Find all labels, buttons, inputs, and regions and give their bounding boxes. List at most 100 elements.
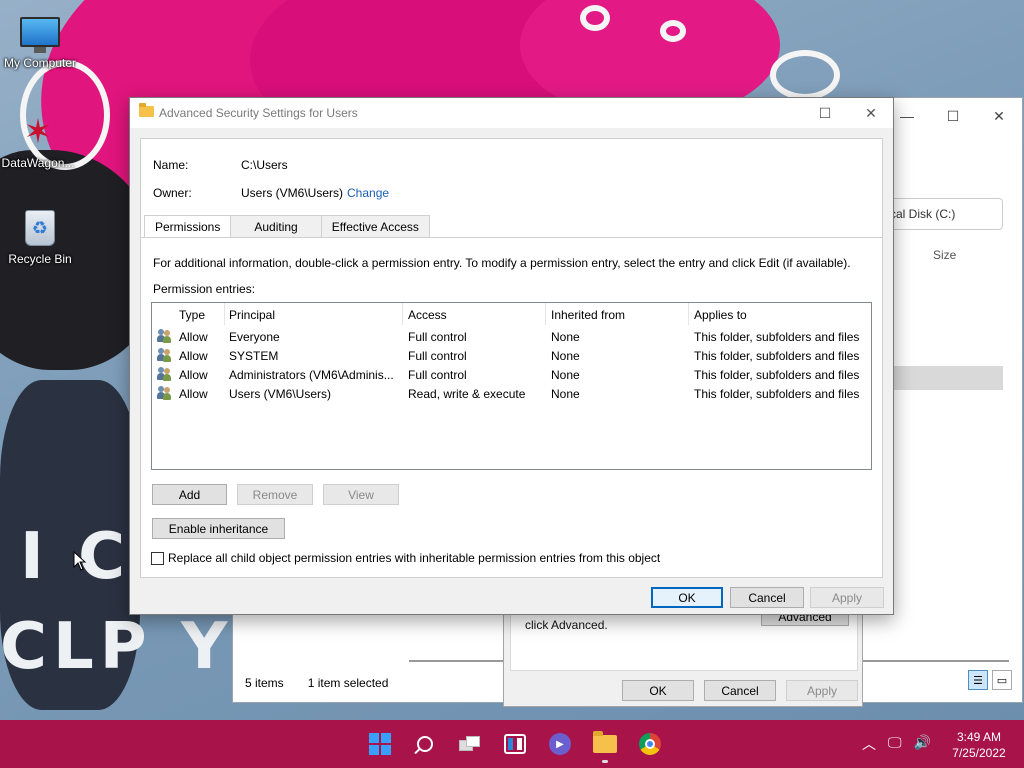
remove-button[interactable]: Remove [237, 484, 313, 505]
cell-principal: SYSTEM [229, 349, 279, 363]
widgets-icon[interactable] [499, 728, 531, 760]
search-icon[interactable] [409, 728, 441, 760]
table-row[interactable]: Allow Administrators (VM6\Adminis... Ful… [152, 365, 871, 384]
close-button[interactable]: ✕ [976, 98, 1022, 134]
taskbar-apps: ▶ [364, 728, 666, 763]
start-icon[interactable] [364, 728, 396, 760]
tiles-view-icon[interactable]: ▭ [992, 670, 1012, 690]
teams-icon[interactable]: ▶ [544, 728, 576, 760]
close-button[interactable]: ✕ [848, 98, 894, 128]
properties-apply-button[interactable]: Apply [786, 680, 858, 701]
column-header-size[interactable]: Size [933, 248, 956, 262]
wallpaper-shape [660, 20, 686, 42]
details-view-icon[interactable]: ☰ [968, 670, 988, 690]
maximize-button[interactable]: ☐ [802, 98, 848, 128]
address-bar[interactable]: cal Disk (C:) [883, 198, 1003, 230]
replace-child-permissions-label: Replace all child object permission entr… [168, 551, 661, 565]
mouse-cursor-icon [73, 551, 87, 571]
status-selected-count: 1 item selected [307, 676, 389, 690]
properties-hint-text: click Advanced. [525, 618, 608, 632]
add-button[interactable]: Add [152, 484, 227, 505]
owner-label: Owner: [153, 186, 192, 200]
datawagon-icon: ✶ [23, 113, 53, 151]
tab-divider [141, 237, 882, 238]
taskbar: ▶ ︿ 🖵 🔊 3:49 AM 7/25/2022 [0, 720, 1024, 768]
desktop-icon-label: My Computer [3, 56, 77, 70]
properties-ok-button[interactable]: OK [622, 680, 694, 701]
volume-icon[interactable]: 🔊 [914, 734, 931, 754]
taskbar-clock[interactable]: 3:49 AM 7/25/2022 [944, 729, 1014, 761]
folder-icon [139, 103, 154, 117]
cell-applies-to: This folder, subfolders and files [694, 349, 860, 363]
name-value: C:\Users [241, 158, 288, 172]
permission-entries-list[interactable]: Type Principal Access Inherited from App… [151, 302, 872, 470]
desktop-icon-my-computer[interactable]: My Computer [0, 12, 80, 70]
cancel-button[interactable]: Cancel [730, 587, 804, 608]
advanced-security-dialog: Advanced Security Settings for Users ☐ ✕… [129, 97, 894, 615]
properties-cancel-button[interactable]: Cancel [704, 680, 776, 701]
cell-type: Allow [179, 387, 208, 401]
properties-buttons: OK Cancel Apply [622, 680, 858, 701]
replace-child-permissions-checkbox[interactable] [151, 552, 164, 565]
column-header-access[interactable]: Access [408, 308, 447, 322]
tab-permissions[interactable]: Permissions [144, 215, 232, 238]
info-text: For additional information, double-click… [153, 256, 851, 270]
column-header-inherited-from[interactable]: Inherited from [551, 308, 625, 322]
column-header-applies-to[interactable]: Applies to [694, 308, 747, 322]
column-header-type[interactable]: Type [179, 308, 205, 322]
cell-principal: Everyone [229, 330, 280, 344]
change-owner-link[interactable]: Change [347, 186, 389, 200]
tab-auditing[interactable]: Auditing [230, 215, 322, 237]
wallpaper-shape [580, 5, 610, 31]
network-icon[interactable]: 🖵 [888, 734, 902, 754]
cell-access: Read, write & execute [408, 387, 526, 401]
desktop-icon-recycle-bin[interactable]: ♻ Recycle Bin [0, 208, 80, 266]
apply-button[interactable]: Apply [810, 587, 884, 608]
maximize-button[interactable]: ☐ [930, 98, 976, 134]
window-controls: — ☐ ✕ [884, 98, 1022, 134]
table-row[interactable]: Allow Everyone Full control None This fo… [152, 327, 871, 346]
chevron-up-icon[interactable]: ︿ [862, 734, 876, 754]
file-explorer-icon[interactable] [589, 728, 621, 763]
chrome-icon[interactable] [634, 728, 666, 760]
users-group-icon [157, 329, 172, 343]
enable-inheritance-button[interactable]: Enable inheritance [152, 518, 285, 539]
cell-principal: Users (VM6\Users) [229, 387, 332, 401]
tab-strip: Permissions Auditing Effective Access [144, 215, 430, 238]
users-group-icon [157, 386, 172, 400]
dialog-titlebar[interactable]: Advanced Security Settings for Users ☐ ✕ [130, 98, 893, 128]
ok-button[interactable]: OK [651, 587, 723, 608]
status-item-count: 5 items [245, 676, 284, 690]
cell-access: Full control [408, 330, 467, 344]
view-toggle: ☰ ▭ [968, 670, 1012, 690]
column-separator[interactable] [402, 303, 403, 325]
cell-principal: Administrators (VM6\Adminis... [229, 368, 394, 382]
column-separator[interactable] [688, 303, 689, 325]
cell-inherited-from: None [551, 387, 580, 401]
selected-file-row[interactable] [893, 366, 1003, 390]
tab-effective-access[interactable]: Effective Access [320, 215, 430, 237]
cell-applies-to: This folder, subfolders and files [694, 330, 860, 344]
owner-value: Users (VM6\Users) [241, 186, 344, 200]
cell-type: Allow [179, 330, 208, 344]
task-view-icon[interactable] [454, 728, 486, 760]
cell-type: Allow [179, 368, 208, 382]
system-tray: ︿ 🖵 🔊 [862, 734, 931, 754]
recycle-bin-icon: ♻ [18, 208, 62, 248]
name-label: Name: [153, 158, 189, 172]
desktop-icon-datawagon[interactable]: ✶ DataWagon... [0, 112, 78, 170]
cell-inherited-from: None [551, 349, 580, 363]
wallpaper-shape [770, 50, 840, 100]
column-separator[interactable] [224, 303, 225, 325]
column-header-principal[interactable]: Principal [229, 308, 275, 322]
table-row[interactable]: Allow Users (VM6\Users) Read, write & ex… [152, 384, 871, 403]
users-group-icon [157, 367, 172, 381]
table-row[interactable]: Allow SYSTEM Full control None This fold… [152, 346, 871, 365]
view-button[interactable]: View [323, 484, 399, 505]
clock-time: 3:49 AM [956, 730, 1002, 744]
cell-applies-to: This folder, subfolders and files [694, 387, 860, 401]
list-header: Type Principal Access Inherited from App… [152, 303, 871, 327]
cell-type: Allow [179, 349, 208, 363]
column-separator[interactable] [545, 303, 546, 325]
dialog-title: Advanced Security Settings for Users [159, 106, 358, 120]
